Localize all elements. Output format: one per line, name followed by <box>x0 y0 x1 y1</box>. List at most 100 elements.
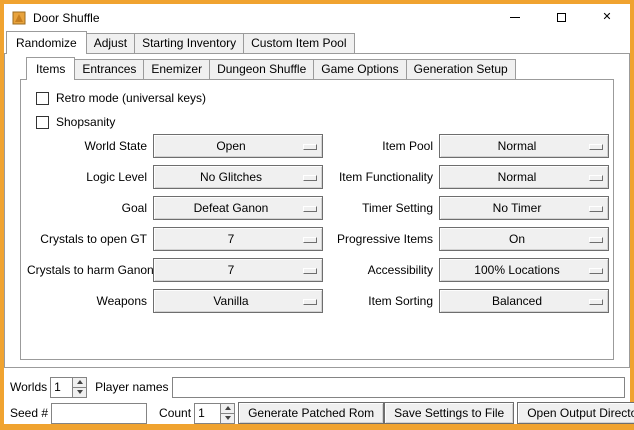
accessibility-value: 100% Locations <box>474 263 559 277</box>
items-tab-panel: Retro mode (universal keys) Shopsanity W… <box>20 79 614 360</box>
item-pool-dropdown[interactable]: Normal <box>439 134 609 158</box>
close-button[interactable]: ✕ <box>584 4 630 31</box>
logic-level-dropdown[interactable]: No Glitches <box>153 165 323 189</box>
tab-items[interactable]: Items <box>26 57 75 80</box>
item-functionality-value: Normal <box>498 170 537 184</box>
world-state-dropdown[interactable]: Open <box>153 134 323 158</box>
worlds-spin-down-button[interactable] <box>72 388 87 398</box>
shopsanity-row: Shopsanity <box>36 110 609 134</box>
arrow-down-icon <box>77 390 83 394</box>
weapons-dropdown[interactable]: Vanilla <box>153 289 323 313</box>
retro-mode-label: Retro mode (universal keys) <box>56 91 206 105</box>
item-pool-label: Item Pool <box>329 134 433 158</box>
minimize-button[interactable] <box>492 4 538 31</box>
count-spin-down-button[interactable] <box>220 414 235 424</box>
tab-dungeon-shuffle[interactable]: Dungeon Shuffle <box>209 59 314 79</box>
logic-level-value: No Glitches <box>200 170 262 184</box>
item-functionality-dropdown[interactable]: Normal <box>439 165 609 189</box>
goal-value: Defeat Ganon <box>194 201 269 215</box>
count-spinbox <box>194 403 235 424</box>
close-icon: ✕ <box>602 12 611 23</box>
item-sorting-label: Item Sorting <box>329 289 433 313</box>
outer-tab-bar: Randomize Adjust Starting Inventory Cust… <box>4 31 630 53</box>
timer-setting-label: Timer Setting <box>329 196 433 220</box>
seed-input[interactable] <box>51 403 147 424</box>
world-state-label: World State <box>27 134 147 158</box>
randomize-tab-panel: Items Entrances Enemizer Dungeon Shuffle… <box>4 53 630 368</box>
window-controls: ✕ <box>492 4 630 31</box>
accessibility-dropdown[interactable]: 100% Locations <box>439 258 609 282</box>
maximize-icon <box>557 13 566 22</box>
progressive-items-label: Progressive Items <box>329 227 433 251</box>
timer-setting-dropdown[interactable]: No Timer <box>439 196 609 220</box>
count-input[interactable] <box>194 403 220 424</box>
item-functionality-label: Item Functionality <box>329 165 433 189</box>
progressive-items-dropdown[interactable]: On <box>439 227 609 251</box>
dropdown-indicator-icon <box>303 144 317 150</box>
seed-label: Seed # <box>10 406 48 420</box>
client-area: Randomize Adjust Starting Inventory Cust… <box>4 31 630 424</box>
shopsanity-label: Shopsanity <box>56 115 115 129</box>
arrow-down-icon <box>225 416 231 420</box>
save-settings-button[interactable]: Save Settings to File <box>384 402 514 424</box>
count-label: Count <box>159 406 191 420</box>
count-spin-up-button[interactable] <box>220 403 235 414</box>
inner-tab-bar: Items Entrances Enemizer Dungeon Shuffle… <box>20 57 614 79</box>
arrow-up-icon <box>225 406 231 410</box>
accessibility-label: Accessibility <box>329 258 433 282</box>
crystals-ganon-value: 7 <box>228 263 235 277</box>
goal-label: Goal <box>27 196 147 220</box>
dropdown-indicator-icon <box>589 299 603 305</box>
dropdown-indicator-icon <box>303 299 317 305</box>
goal-dropdown[interactable]: Defeat Ganon <box>153 196 323 220</box>
dropdown-indicator-icon <box>303 268 317 274</box>
tab-game-options[interactable]: Game Options <box>313 59 406 79</box>
tab-starting-inventory[interactable]: Starting Inventory <box>134 33 244 53</box>
item-sorting-dropdown[interactable]: Balanced <box>439 289 609 313</box>
generate-patched-rom-button[interactable]: Generate Patched Rom <box>238 402 384 424</box>
worlds-spinbox <box>50 377 87 398</box>
player-names-input[interactable] <box>172 377 626 398</box>
tab-custom-item-pool[interactable]: Custom Item Pool <box>243 33 354 53</box>
weapons-label: Weapons <box>27 289 147 313</box>
dropdown-indicator-icon <box>589 144 603 150</box>
dropdown-indicator-icon <box>303 237 317 243</box>
maximize-button[interactable] <box>538 4 584 31</box>
tab-adjust[interactable]: Adjust <box>86 33 135 53</box>
dropdown-indicator-icon <box>303 206 317 212</box>
worlds-spin-up-button[interactable] <box>72 377 87 388</box>
window-inner: Door Shuffle ✕ Randomize Adjust Starting… <box>4 4 630 424</box>
seed-row: Seed # Count Generate Patched Rom <box>10 402 625 424</box>
dropdown-indicator-icon <box>589 206 603 212</box>
dropdown-indicator-icon <box>303 175 317 181</box>
timer-setting-value: No Timer <box>493 201 542 215</box>
dropdown-indicator-icon <box>589 175 603 181</box>
retro-mode-checkbox[interactable] <box>36 92 49 105</box>
crystals-ganon-label: Crystals to harm Ganon <box>27 258 147 282</box>
world-state-value: Open <box>216 139 245 153</box>
window-title: Door Shuffle <box>33 11 100 25</box>
dropdown-indicator-icon <box>589 237 603 243</box>
tab-generation-setup[interactable]: Generation Setup <box>406 59 516 79</box>
arrow-up-icon <box>77 380 83 384</box>
shopsanity-checkbox[interactable] <box>36 116 49 129</box>
crystals-gt-dropdown[interactable]: 7 <box>153 227 323 251</box>
crystals-ganon-dropdown[interactable]: 7 <box>153 258 323 282</box>
tab-entrances[interactable]: Entrances <box>74 59 144 79</box>
titlebar: Door Shuffle ✕ <box>4 4 630 31</box>
worlds-input[interactable] <box>50 377 72 398</box>
retro-mode-row: Retro mode (universal keys) <box>36 86 609 110</box>
logic-level-label: Logic Level <box>27 165 147 189</box>
crystals-gt-label: Crystals to open GT <box>27 227 147 251</box>
options-grid: World State Open Item Pool Normal Logic … <box>27 134 609 313</box>
open-output-directory-button[interactable]: Open Output Directory <box>517 402 634 424</box>
crystals-gt-value: 7 <box>228 232 235 246</box>
progressive-items-value: On <box>509 232 525 246</box>
worlds-label: Worlds <box>10 380 47 394</box>
app-icon <box>11 10 27 26</box>
weapons-value: Vanilla <box>213 294 248 308</box>
tab-enemizer[interactable]: Enemizer <box>143 59 210 79</box>
bottom-bar: Worlds Player names Seed # <box>4 368 630 424</box>
item-sorting-value: Balanced <box>492 294 542 308</box>
tab-randomize[interactable]: Randomize <box>6 31 87 54</box>
